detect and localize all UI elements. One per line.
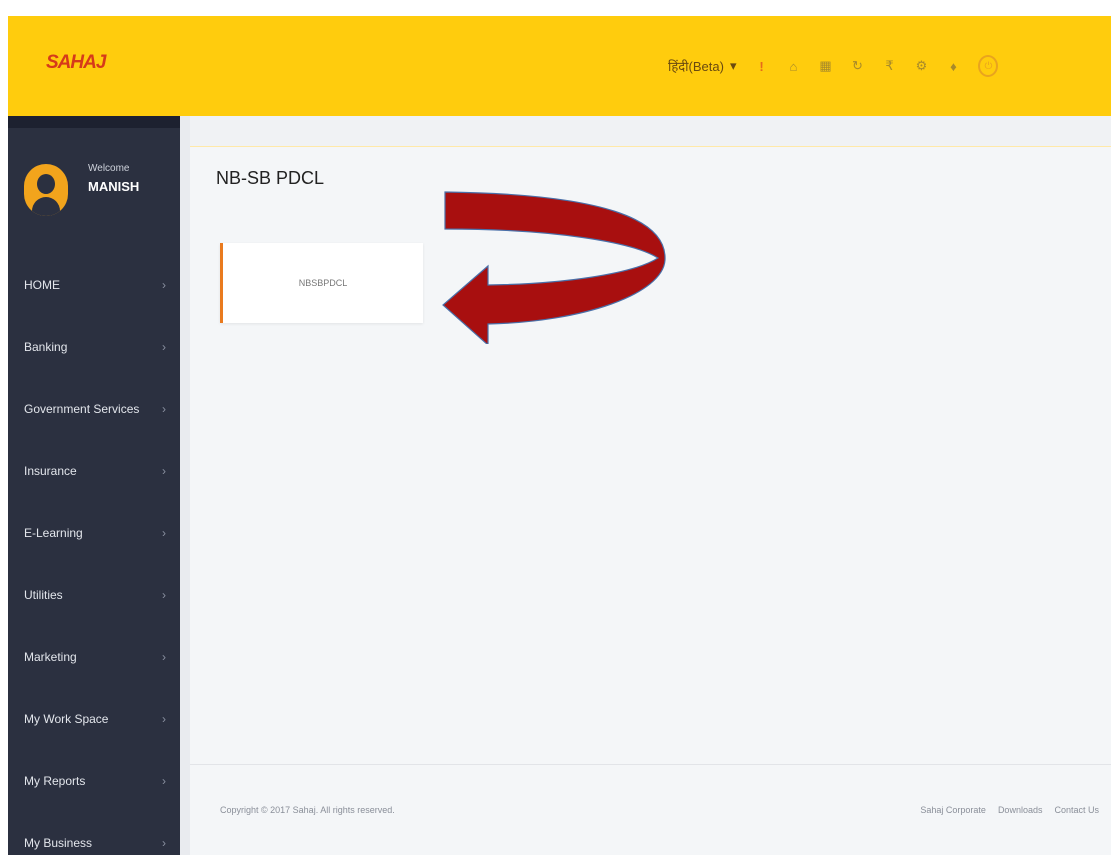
user-name: MANISH	[88, 179, 140, 194]
sidebar-menu: HOME › Banking › Government Services › Insu…	[8, 254, 180, 855]
sidebar-item-marketing[interactable]: Marketing ›	[8, 626, 180, 688]
chevron-right-icon: ›	[162, 278, 166, 292]
sidebar-item-label: My Reports	[24, 774, 86, 788]
welcome-text: Welcome	[88, 163, 130, 174]
sidebar-item-label: Marketing	[24, 650, 77, 664]
sidebar-item-label: Utilities	[24, 588, 63, 602]
arrow-shape	[442, 191, 666, 344]
service-card-nbsbpdcl[interactable]: NBSBPDCL	[220, 243, 423, 323]
sidebar-item-my-business[interactable]: My Business ›	[8, 812, 180, 855]
chevron-right-icon: ›	[162, 588, 166, 602]
chevron-right-icon: ›	[162, 402, 166, 416]
chevron-right-icon: ›	[162, 712, 166, 726]
sidebar-item-home[interactable]: HOME ›	[8, 254, 180, 316]
chevron-right-icon: ›	[162, 836, 166, 850]
sidebar-topbar	[8, 116, 180, 128]
sidebar-item-label: HOME	[24, 278, 60, 292]
footer-link-corporate[interactable]: Sahaj Corporate	[920, 805, 986, 815]
grid-icon[interactable]: ▦	[818, 57, 832, 75]
sidebar-item-my-work-space[interactable]: My Work Space ›	[8, 688, 180, 750]
page-title: NB-SB PDCL	[216, 168, 325, 188]
sub-header-bar	[190, 116, 1111, 147]
home-icon[interactable]: ⌂	[786, 57, 800, 75]
footer-link-contact[interactable]: Contact Us	[1054, 805, 1099, 815]
chevron-right-icon: ›	[162, 464, 166, 478]
sahaj-logo[interactable]: SAHAJ	[46, 52, 106, 74]
avatar-head	[37, 174, 55, 194]
app-page: SAHAJ हिंदी(Beta) ▾ ! ⌂ ▦ ↻ ₹ ⚙ ♦ ⏻ Welc…	[8, 16, 1111, 855]
refresh-icon[interactable]: ↻	[850, 57, 864, 75]
footer: Copyright © 2017 Sahaj. All rights reser…	[190, 764, 1111, 855]
alert-icon[interactable]: !	[754, 57, 768, 75]
sidebar-item-e-learning[interactable]: E-Learning ›	[8, 502, 180, 564]
copyright-text: Copyright © 2017 Sahaj. All rights reser…	[220, 805, 395, 815]
language-label: हिंदी(Beta)	[668, 59, 724, 74]
footer-links: Sahaj Corporate Downloads Contact Us	[920, 805, 1099, 815]
sidebar-item-label: Banking	[24, 340, 68, 354]
sidebar-item-label: Insurance	[24, 464, 77, 478]
language-selector[interactable]: हिंदी(Beta) ▾	[668, 57, 736, 75]
footer-link-downloads[interactable]: Downloads	[998, 805, 1043, 815]
sidebar-item-label: My Business	[24, 836, 93, 850]
power-icon[interactable]: ⏻	[978, 55, 999, 77]
avatar-body	[32, 197, 60, 216]
sidebar-item-banking[interactable]: Banking ›	[8, 316, 180, 378]
sidebar-item-government-services[interactable]: Government Services ›	[8, 378, 180, 440]
avatar[interactable]	[24, 164, 68, 216]
service-card-label: NBSBPDCL	[298, 278, 348, 288]
sidebar-item-label: Government Services	[24, 402, 140, 416]
settings-icon[interactable]: ⚙	[914, 57, 928, 75]
sidebar-item-label: My Work Space	[24, 712, 109, 726]
sidebar: Welcome MANISH HOME › Banking › Government…	[8, 116, 180, 855]
top-header: SAHAJ हिंदी(Beta) ▾ ! ⌂ ▦ ↻ ₹ ⚙ ♦ ⏻	[8, 16, 1111, 116]
sidebar-item-insurance[interactable]: Insurance ›	[8, 440, 180, 502]
sidebar-item-label: E-Learning	[24, 526, 83, 540]
sidebar-scroll-edge[interactable]	[180, 116, 190, 855]
chevron-right-icon: ›	[162, 774, 166, 788]
curved-arrow-annotation	[442, 191, 666, 344]
sidebar-item-my-reports[interactable]: My Reports ›	[8, 750, 180, 812]
chevron-right-icon: ›	[162, 340, 166, 354]
sidebar-item-utilities[interactable]: Utilities ›	[8, 564, 180, 626]
chevron-right-icon: ›	[162, 526, 166, 540]
header-toolbar: हिंदी(Beta) ▾ ! ⌂ ▦ ↻ ₹ ⚙ ♦ ⏻	[668, 52, 999, 80]
wallet-icon[interactable]: ₹	[882, 57, 896, 75]
chevron-right-icon: ›	[162, 650, 166, 664]
chevron-down-icon: ▾	[729, 58, 737, 73]
bell-icon[interactable]: ♦	[946, 57, 960, 75]
